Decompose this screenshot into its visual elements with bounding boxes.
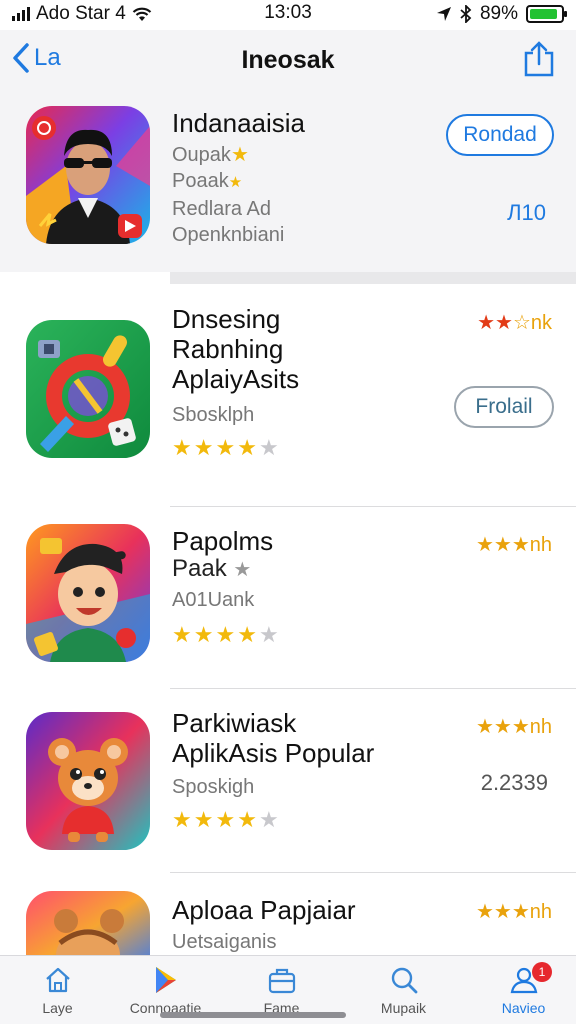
notification-badge: 1 bbox=[532, 962, 552, 982]
star-icon: ★ bbox=[230, 144, 249, 166]
battery-icon bbox=[526, 5, 567, 23]
star-icon: ★ bbox=[228, 174, 243, 191]
row-divider bbox=[170, 506, 576, 507]
star-icon: ★★ bbox=[477, 312, 513, 334]
home-icon bbox=[45, 967, 70, 993]
row-divider bbox=[170, 688, 576, 689]
app-name: Parkiwiask bbox=[172, 708, 297, 738]
home-indicator[interactable] bbox=[160, 1012, 346, 1018]
get-button[interactable]: Rondad bbox=[446, 114, 554, 156]
star-filled-icon: ★ bbox=[237, 807, 257, 832]
app-info: Dnsesing Rabnhing AplaiyAsits Sbosklph ★… bbox=[172, 304, 299, 460]
row-divider bbox=[170, 872, 576, 873]
battery-percent: 89% bbox=[479, 3, 518, 24]
star-empty-icon: ★ bbox=[258, 435, 279, 460]
section-divider bbox=[170, 272, 576, 284]
tab-laye[interactable]: Laye bbox=[0, 956, 115, 1024]
star-filled-icon: ★ bbox=[172, 435, 192, 460]
page-title: Ineosak bbox=[241, 46, 335, 74]
star-filled-icon: ★ bbox=[193, 807, 214, 832]
rating-badge: ★★★nh bbox=[475, 901, 552, 923]
nav-bar: La Ineosak bbox=[0, 30, 576, 90]
rating-stars: ★ ★ ★ ★ ★ bbox=[172, 436, 299, 460]
app-info: Aploaa Papjaiar Uetsaiganis bbox=[172, 895, 356, 955]
app-category: Sposkigh bbox=[172, 776, 255, 798]
star-icon: ★★★ bbox=[475, 901, 530, 923]
star-filled-icon: ★ bbox=[215, 807, 236, 832]
play-store-icon bbox=[155, 967, 176, 993]
app-name: Indanaaisia bbox=[172, 108, 305, 138]
app-price: 2.2339 bbox=[480, 770, 548, 795]
tab-label: Mupaik bbox=[380, 1000, 427, 1016]
install-button[interactable]: Frolail bbox=[454, 386, 554, 428]
list-item[interactable]: Indanaaisia Oupak★ Poaak★ Redlara Ad Ope… bbox=[0, 90, 576, 272]
tab-navieo[interactable]: 1 Navieo bbox=[466, 956, 576, 1024]
app-info: Indanaaisia Oupak★ Poaak★ Redlara Ad Ope… bbox=[172, 108, 305, 248]
app-info: Parkiwiask AplikAsis Popular Sposkigh ★ ★… bbox=[172, 708, 374, 832]
briefcase-icon bbox=[268, 968, 295, 994]
rating-badge: ★★☆nk bbox=[477, 312, 552, 334]
app-icon-dnsesing[interactable] bbox=[26, 320, 150, 458]
app-icon-indanaaisia[interactable] bbox=[26, 106, 150, 244]
share-icon[interactable] bbox=[522, 40, 556, 78]
status-bar: Ado Star 4 13:03 89% bbox=[0, 0, 576, 28]
star-icon: ☆ bbox=[512, 312, 531, 334]
star-filled-icon: ★ bbox=[172, 622, 192, 647]
list-item[interactable]: Parkiwiask AplikAsis Popular Sposkigh ★ ★… bbox=[0, 690, 576, 872]
app-name-line: Dnsesing bbox=[172, 304, 281, 334]
rating-stars: ★ ★ ★ ★ ★ bbox=[172, 623, 279, 647]
star-filled-icon: ★ bbox=[237, 435, 257, 460]
app-name-line: Rabnhing bbox=[172, 334, 284, 364]
rating-stars: ★ ★ ★ ★ ★ bbox=[172, 808, 374, 832]
star-empty-icon: ★ bbox=[258, 622, 279, 647]
app-icon-parkiwiask[interactable] bbox=[26, 712, 150, 850]
star-filled-icon: ★ bbox=[193, 622, 214, 647]
app-category: A01Uank bbox=[172, 589, 255, 611]
app-subtitle: AplikAsis Popular bbox=[172, 738, 375, 768]
app-category: Poaak★ bbox=[172, 170, 243, 192]
app-developer: Redlara Ad bbox=[172, 198, 271, 220]
search-icon bbox=[391, 967, 417, 994]
list-item[interactable]: Aploaa Papjaiar Uetsaiganis ★★★nh bbox=[0, 875, 576, 971]
rating-badge: ★★★nh bbox=[475, 716, 552, 738]
app-detail: Openknbiani bbox=[172, 224, 285, 246]
tab-label: Navieo bbox=[501, 1000, 546, 1016]
app-subtitle: Oupak★ bbox=[172, 144, 249, 166]
app-price: Л10 bbox=[507, 200, 546, 225]
app-name: Aploaa Papjaiar bbox=[172, 895, 356, 925]
app-icon-papolms[interactable] bbox=[26, 524, 150, 662]
status-right: 89% bbox=[436, 3, 567, 25]
app-name: Papolms bbox=[172, 526, 274, 556]
app-info: Papolms Paak ★ A01Uank ★ ★ ★ ★ ★ bbox=[172, 526, 279, 647]
star-empty-icon: ★ bbox=[258, 807, 279, 832]
star-icon: ★ bbox=[233, 559, 252, 581]
app-subtitle: Uetsaiganis bbox=[172, 931, 277, 953]
star-icon: ★★★ bbox=[475, 716, 530, 738]
tab-label: Laye bbox=[42, 1000, 73, 1016]
star-filled-icon: ★ bbox=[172, 807, 192, 832]
star-filled-icon: ★ bbox=[237, 622, 257, 647]
rating-badge: ★★★nh bbox=[475, 534, 552, 556]
list-item[interactable]: Dnsesing Rabnhing AplaiyAsits Sbosklph ★… bbox=[0, 286, 576, 506]
star-filled-icon: ★ bbox=[215, 622, 236, 647]
list-item[interactable]: Papolms Paak ★ A01Uank ★ ★ ★ ★ ★ ★★★nh bbox=[0, 508, 576, 688]
star-filled-icon: ★ bbox=[193, 435, 214, 460]
bluetooth-icon bbox=[460, 5, 472, 23]
app-subtitle: Sbosklph bbox=[172, 404, 255, 426]
star-icon: ★★★ bbox=[475, 534, 530, 556]
star-filled-icon: ★ bbox=[215, 435, 236, 460]
location-icon bbox=[436, 7, 451, 21]
app-name-line: AplaiyAsits bbox=[172, 364, 300, 394]
battery-level bbox=[530, 9, 557, 19]
tab-mupaik[interactable]: Mupaik bbox=[346, 956, 461, 1024]
app-subtitle: Paak ★ bbox=[172, 555, 252, 582]
